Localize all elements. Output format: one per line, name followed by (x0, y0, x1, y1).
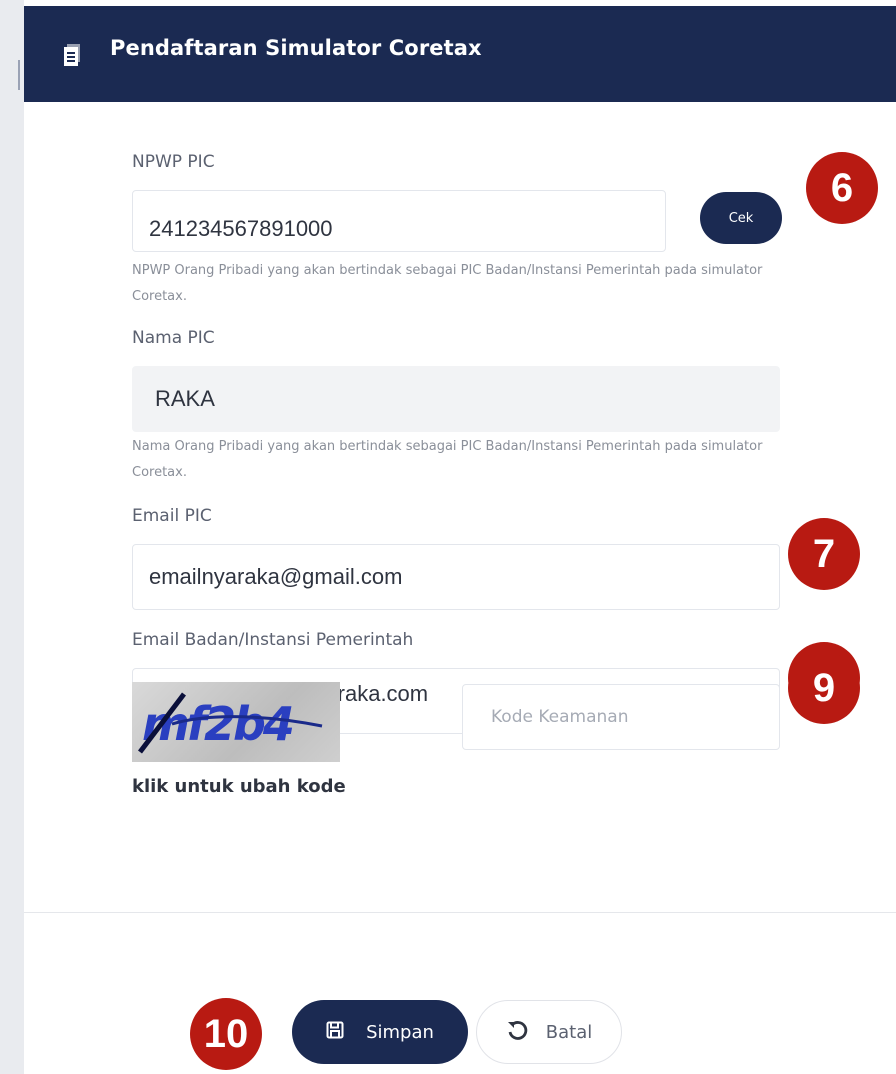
step-badge-7: 7 (788, 518, 860, 590)
save-label: Simpan (366, 1021, 434, 1043)
captcha-graphic: mf2b4 (138, 692, 323, 754)
page-title: Pendaftaran Simulator Coretax (110, 36, 482, 60)
step-badge-6: 6 (806, 152, 878, 224)
undo-icon (506, 1019, 528, 1046)
email-pic-label: Email PIC (132, 506, 212, 526)
security-code-input[interactable]: Kode Keamanan (462, 684, 780, 750)
document-icon (64, 44, 82, 66)
email-badan-label: Email Badan/Instansi Pemerintah (132, 630, 414, 650)
save-button[interactable]: Simpan (292, 1000, 468, 1064)
cancel-button[interactable]: Batal (476, 1000, 622, 1064)
captcha-code: mf2b4 (142, 697, 293, 751)
card-header: Pendaftaran Simulator Coretax (24, 0, 896, 102)
captcha-refresh-link[interactable]: klik untuk ubah kode (132, 776, 346, 797)
npwp-input[interactable]: 241234567891000 (132, 190, 666, 252)
nama-label: Nama PIC (132, 328, 215, 348)
registration-card: Pendaftaran Simulator Coretax NPWP PIC 2… (24, 0, 896, 1074)
footer-divider (24, 912, 896, 913)
left-rail (0, 0, 24, 1074)
npwp-help-text: NPWP Orang Pribadi yang akan bertindak s… (132, 263, 763, 304)
floppy-disk-icon (326, 1021, 344, 1044)
nama-help-text: Nama Orang Pribadi yang akan bertindak s… (132, 439, 763, 480)
cek-button[interactable]: Cek (700, 192, 782, 244)
step-badge-9: 9 (788, 652, 860, 724)
npwp-label: NPWP PIC (132, 152, 215, 172)
cancel-label: Batal (545, 1021, 593, 1043)
step-badge-10: 10 (190, 998, 262, 1070)
nama-input[interactable]: RAKA (132, 366, 780, 432)
captcha-image[interactable]: mf2b4 (132, 682, 340, 762)
email-pic-input[interactable]: emailnyaraka@gmail.com (132, 544, 780, 610)
